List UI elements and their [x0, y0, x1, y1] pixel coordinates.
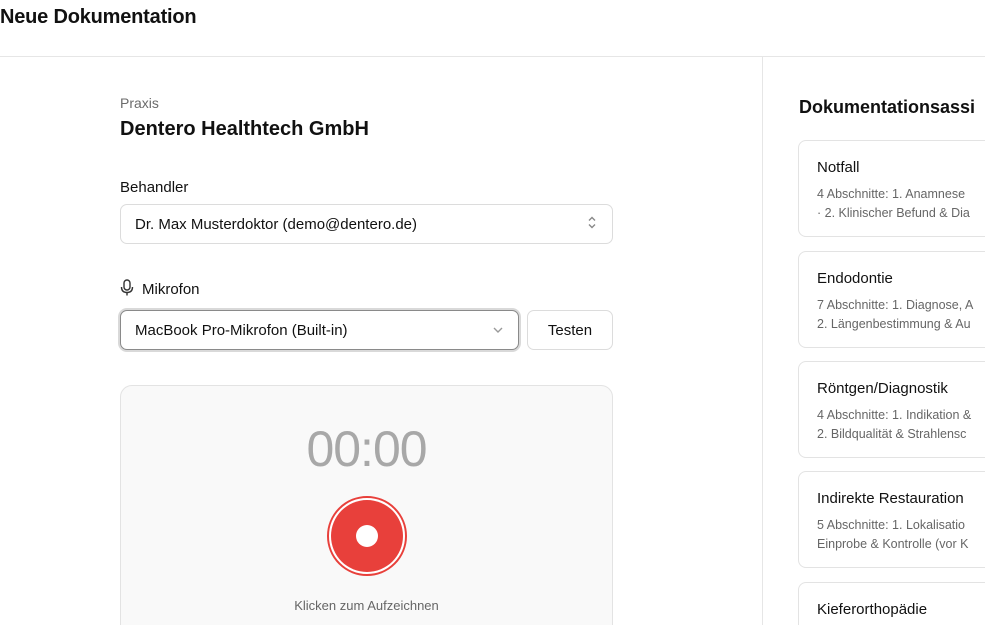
- template-desc-line: · 2. Klinischer Befund & Dia: [817, 206, 970, 220]
- template-card-notfall[interactable]: Notfall 4 Abschnitte: 1. Anamnese · 2. K…: [798, 140, 985, 237]
- main-form: Praxis Dentero Healthtech GmbH Behandler…: [0, 57, 762, 625]
- template-card-indirekte-restauration[interactable]: Indirekte Restauration 5 Abschnitte: 1. …: [798, 471, 985, 568]
- template-title: Röntgen/Diagnostik: [817, 380, 948, 397]
- chevron-down-icon: [492, 323, 504, 337]
- behandler-select[interactable]: Dr. Max Musterdoktor (demo@dentero.de): [120, 204, 613, 244]
- page-header: Neue Dokumentation: [0, 0, 985, 57]
- behandler-label: Behandler: [120, 179, 189, 196]
- praxis-label: Praxis: [120, 95, 159, 111]
- mikrofon-label-row: Mikrofon: [120, 279, 200, 300]
- panel-divider: [762, 57, 763, 625]
- record-icon: [356, 525, 378, 547]
- template-card-endodontie[interactable]: Endodontie 7 Abschnitte: 1. Diagnose, A …: [798, 251, 985, 348]
- template-card-kieferorthopaedie[interactable]: Kieferorthopädie: [798, 582, 985, 625]
- record-button-fill: [331, 500, 403, 572]
- test-microphone-button[interactable]: Testen: [527, 310, 613, 350]
- template-desc-line: 4 Abschnitte: 1. Indikation &: [817, 408, 972, 422]
- template-title: Kieferorthopädie: [817, 601, 928, 618]
- record-button[interactable]: [327, 496, 407, 576]
- behandler-value: Dr. Max Musterdoktor (demo@dentero.de): [135, 215, 418, 233]
- template-title: Notfall: [817, 159, 860, 176]
- template-description: 7 Abschnitte: 1. Diagnose, A 2. Längenbe…: [817, 296, 973, 334]
- mikrofon-value: MacBook Pro-Mikrofon (Built-in): [135, 321, 348, 339]
- template-desc-line: 2. Bildqualität & Strahlensc: [817, 427, 967, 441]
- template-desc-line: 5 Abschnitte: 1. Lokalisatio: [817, 518, 966, 532]
- record-hint: Klicken zum Aufzeichnen: [294, 598, 439, 613]
- microphone-icon: [120, 279, 134, 300]
- template-title: Endodontie: [817, 270, 893, 287]
- template-description: 4 Abschnitte: 1. Indikation & 2. Bildqua…: [817, 406, 971, 444]
- page-title: Neue Dokumentation: [0, 6, 197, 28]
- template-desc-line: 7 Abschnitte: 1. Diagnose, A: [817, 298, 974, 312]
- praxis-name: Dentero Healthtech GmbH: [120, 118, 369, 140]
- template-title: Indirekte Restauration: [817, 490, 964, 507]
- template-desc-line: Einprobe & Kontrolle (vor K: [817, 537, 969, 551]
- recording-timer: 00:00: [306, 421, 427, 477]
- template-description: 4 Abschnitte: 1. Anamnese · 2. Klinische…: [817, 185, 970, 223]
- assistant-title: Dokumentationsassi: [799, 97, 976, 117]
- template-card-roentgen[interactable]: Röntgen/Diagnostik 4 Abschnitte: 1. Indi…: [798, 361, 985, 458]
- template-desc-line: 4 Abschnitte: 1. Anamnese: [817, 187, 966, 201]
- template-desc-line: 2. Längenbestimmung & Au: [817, 317, 971, 331]
- recorder-panel: 00:00 Klicken zum Aufzeichnen: [120, 385, 613, 625]
- mikrofon-select[interactable]: MacBook Pro-Mikrofon (Built-in): [120, 310, 519, 350]
- mikrofon-label: Mikrofon: [142, 281, 200, 298]
- template-description: 5 Abschnitte: 1. Lokalisatio Einprobe & …: [817, 516, 968, 554]
- chevron-up-down-icon: [586, 216, 598, 233]
